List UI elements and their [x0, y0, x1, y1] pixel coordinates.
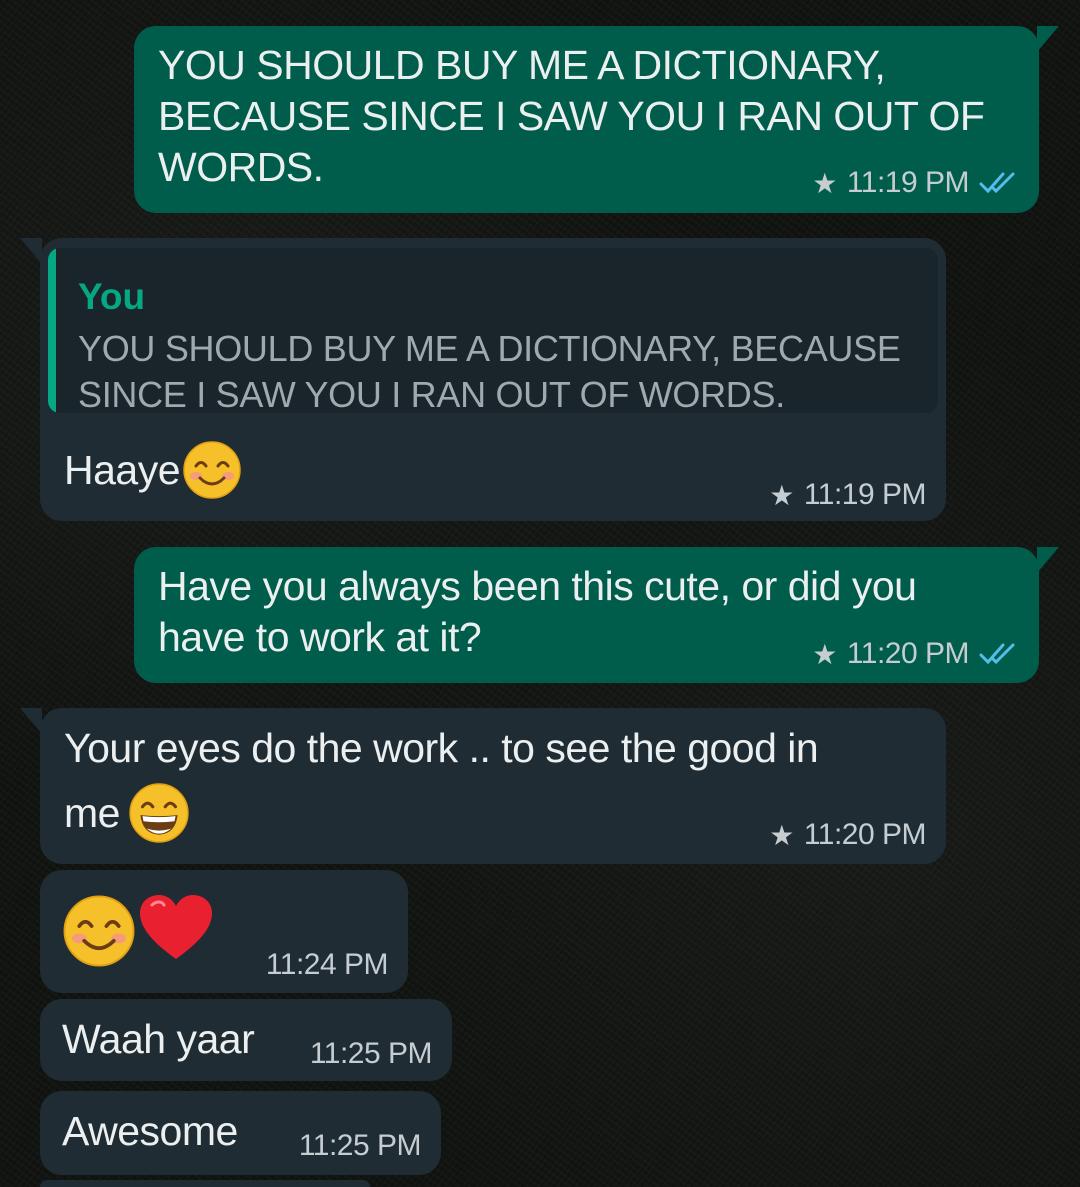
message-time: 11:25 PM [298, 1129, 422, 1162]
message-text: Waah yaar [62, 1016, 255, 1062]
smiling-face-emoji [63, 895, 135, 967]
message-text-content: Haaye [64, 447, 181, 493]
message-meta: 11:25 PM [298, 1129, 422, 1163]
star-icon: ★ [769, 819, 794, 851]
message-meta: ★ 11:19 PM [769, 478, 926, 512]
message-emoji-row [62, 894, 214, 968]
smiling-face-emoji [183, 441, 241, 499]
message-time: 11:20 PM [846, 637, 970, 670]
star-icon: ★ [769, 479, 794, 511]
message-bubble-incoming[interactable]: 11:24 PM [40, 870, 408, 993]
bubble-tail [1037, 26, 1059, 52]
red-heart-emoji [140, 895, 212, 959]
message-text: Awesome [62, 1108, 238, 1154]
message-meta: ★ 11:20 PM [769, 818, 926, 852]
message-bubble-outgoing[interactable]: YOU SHOULD BUY ME A DICTIONARY, BECAUSE … [134, 26, 1059, 213]
message-text-content: me [64, 790, 120, 836]
message-meta: 11:24 PM [265, 948, 389, 982]
message-meta: ★ 11:20 PM [812, 637, 1019, 671]
bubble-tail [1037, 547, 1059, 573]
message-text-line-1: Your eyes do the work .. to see the good… [64, 725, 819, 771]
message-bubble-incoming-partial[interactable] [40, 1180, 370, 1187]
bubble-tail [20, 238, 42, 264]
quoted-message[interactable]: You YOU SHOULD BUY ME A DICTIONARY, BECA… [48, 248, 938, 413]
message-meta: 11:25 PM [309, 1037, 433, 1071]
double-check-icon [979, 643, 1015, 665]
message-time: 11:19 PM [846, 166, 970, 199]
message-meta: ★ 11:19 PM [812, 166, 1019, 200]
message-time: 11:25 PM [309, 1037, 433, 1070]
message-time: 11:24 PM [265, 948, 389, 981]
message-text: Haaye [64, 440, 242, 500]
star-icon: ★ [812, 638, 837, 670]
quoted-text: YOU SHOULD BUY ME A DICTIONARY, BECAUSE … [78, 328, 901, 413]
message-bubble-incoming[interactable]: Waah yaar 11:25 PM [40, 999, 452, 1081]
bubble-tail [20, 708, 42, 734]
message-bubble-incoming[interactable]: You YOU SHOULD BUY ME A DICTIONARY, BECA… [20, 238, 946, 521]
message-text-line-2: me [64, 782, 190, 844]
message-time: 11:19 PM [803, 478, 927, 511]
message-time: 11:20 PM [803, 818, 927, 851]
double-check-icon [979, 172, 1015, 194]
star-icon: ★ [812, 167, 837, 199]
message-bubble-incoming[interactable]: Awesome 11:25 PM [40, 1091, 441, 1175]
quoted-author: You [78, 276, 146, 317]
grinning-face-emoji [129, 783, 189, 843]
quote-accent-bar [48, 248, 56, 413]
message-bubble-incoming[interactable]: Your eyes do the work .. to see the good… [20, 708, 946, 864]
message-bubble-outgoing[interactable]: Have you always been this cute, or did y… [134, 547, 1059, 683]
